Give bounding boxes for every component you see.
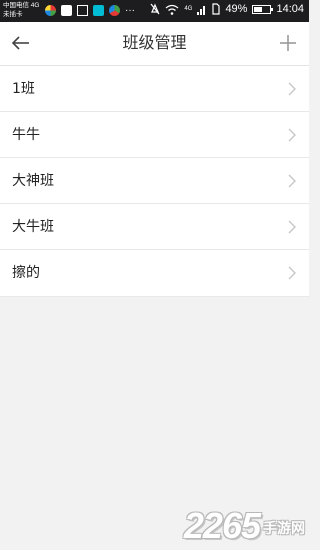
more-notifications-icon: ··· (125, 5, 135, 16)
chevron-right-icon (288, 128, 296, 142)
chevron-right-icon (288, 266, 296, 280)
class-name: 大神班 (12, 173, 54, 189)
class-name: 牛牛 (12, 127, 40, 143)
chevron-right-icon (288, 220, 296, 234)
page-title: 班级管理 (122, 33, 187, 52)
watermark-number: 2265 (183, 505, 261, 546)
watermark-text: 手游网 (263, 521, 305, 537)
class-list-item[interactable]: 大牛班 (0, 204, 309, 250)
battery-fill (254, 6, 262, 12)
signal-icon (197, 5, 206, 15)
class-list-item[interactable]: 1班 (0, 66, 309, 112)
image-icon (77, 5, 88, 16)
plus-icon (280, 35, 296, 51)
mute-icon (150, 3, 160, 15)
class-list-item[interactable]: 擦的 (0, 250, 309, 297)
class-name: 大牛班 (12, 219, 54, 235)
class-name: 1班 (12, 81, 35, 97)
add-class-button[interactable] (275, 30, 301, 56)
notification-icons: ··· (45, 5, 135, 16)
app-notification-icon (45, 5, 56, 16)
nav-bar: 班级管理 (0, 22, 309, 66)
system-icons: 4G 49% 14:04 (150, 3, 304, 15)
carrier-info: 中国电信 4G 未插卡 (3, 1, 39, 19)
battery-percent: 49% (225, 3, 248, 15)
class-list-item[interactable]: 牛牛 (0, 112, 309, 158)
battery-icon (252, 4, 274, 14)
app-icon (93, 5, 104, 16)
chevron-right-icon (288, 82, 296, 96)
carrier-name: 中国电信 4G (3, 2, 40, 9)
sim-status: 未插卡 (3, 11, 23, 18)
status-bar: 中国电信 4G 未插卡 ··· 4G 49% 14:04 (0, 0, 309, 22)
class-list: 1班 牛牛 大神班 大牛班 擦的 (0, 66, 309, 297)
clock: 14:04 (276, 3, 304, 15)
browser-icon (109, 5, 120, 16)
class-list-item[interactable]: 大神班 (0, 158, 309, 204)
network-type: 4G (184, 5, 193, 12)
class-name: 擦的 (12, 265, 40, 281)
chevron-right-icon (288, 174, 296, 188)
watermark: 2265 手游网 (184, 508, 305, 544)
wifi-icon (166, 4, 179, 15)
sim-card-icon (212, 3, 221, 15)
bag-icon (61, 5, 72, 16)
